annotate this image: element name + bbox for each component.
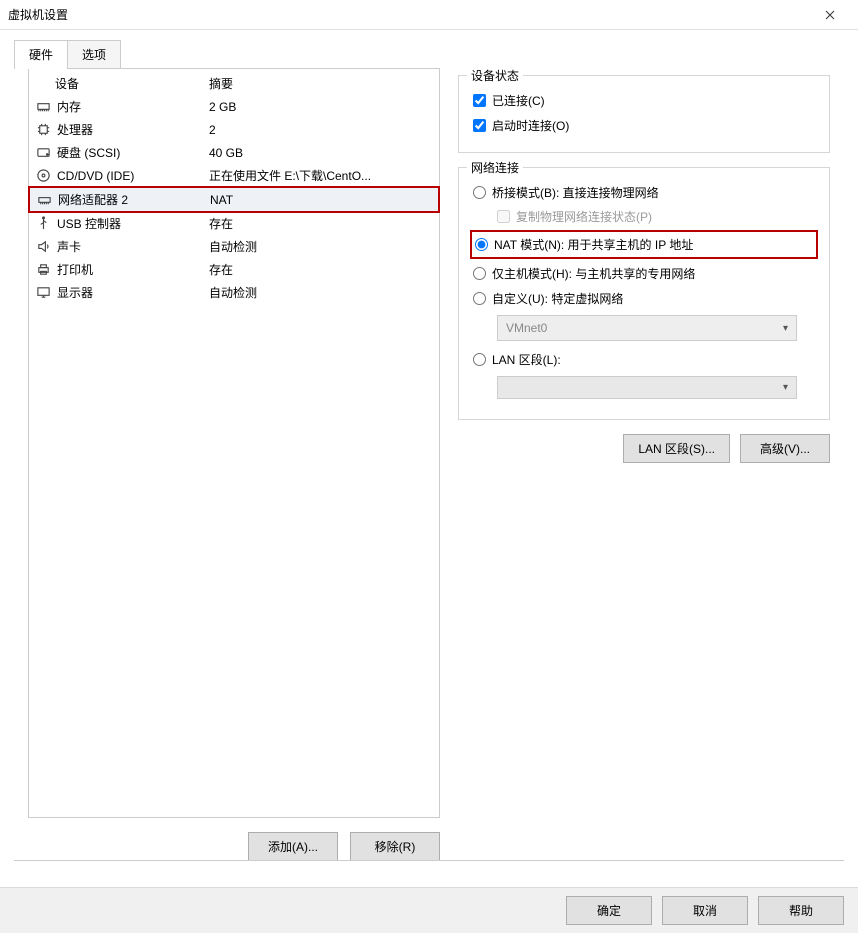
device-summary: 40 GB [209, 146, 433, 160]
display-icon [35, 285, 51, 301]
custom-label: 自定义(U): 特定虚拟网络 [492, 290, 623, 307]
tab-baseline [14, 860, 844, 861]
device-listbox[interactable]: 设备 摘要 内存 2 GB 处理器 2 硬盘 (SCSI) 40 GB CD/D… [28, 68, 440, 818]
connected-label: 已连接(C) [492, 92, 545, 109]
device-name: 打印机 [57, 261, 93, 278]
device-status-legend: 设备状态 [467, 67, 523, 84]
bridged-radio[interactable] [473, 186, 486, 199]
dialog-footer: 确定 取消 帮助 [0, 887, 858, 933]
usb-icon [35, 216, 51, 232]
add-device-button[interactable]: 添加(A)... [248, 832, 338, 861]
chevron-down-icon: ▾ [783, 382, 788, 393]
nat-radio-row[interactable]: NAT 模式(N): 用于共享主机的 IP 地址 [470, 230, 818, 259]
device-summary: 2 [209, 123, 433, 137]
device-row-network[interactable]: 网络适配器 2 NAT [28, 186, 440, 213]
detail-buttons: LAN 区段(S)... 高级(V)... [458, 434, 830, 463]
cd-icon [35, 168, 51, 184]
tabstrip: 硬件 选项 设备 摘要 内存 2 GB 处理器 2 硬盘 (SCSI [14, 40, 844, 861]
network-connection-group: 网络连接 桥接模式(B): 直接连接物理网络 复制物理网络连接状态(P) NAT… [458, 167, 830, 420]
custom-radio[interactable] [473, 292, 486, 305]
device-summary: 正在使用文件 E:\下载\CentO... [209, 167, 433, 184]
nat-label: NAT 模式(N): 用于共享主机的 IP 地址 [494, 236, 693, 253]
ok-button[interactable]: 确定 [566, 896, 652, 925]
cpu-icon [35, 122, 51, 138]
lan-segments-button[interactable]: LAN 区段(S)... [623, 434, 730, 463]
chevron-down-icon: ▾ [783, 323, 788, 334]
device-name: 硬盘 (SCSI) [57, 144, 120, 161]
close-button[interactable] [810, 1, 850, 29]
device-name: USB 控制器 [57, 215, 121, 232]
nat-radio[interactable] [475, 238, 488, 251]
device-row-hdd[interactable]: 硬盘 (SCSI) 40 GB [29, 141, 439, 164]
window-title: 虚拟机设置 [8, 6, 68, 23]
bridged-label: 桥接模式(B): 直接连接物理网络 [492, 184, 659, 201]
sound-icon [35, 239, 51, 255]
lan-segment-radio[interactable] [473, 353, 486, 366]
connected-checkbox[interactable] [473, 94, 486, 107]
connected-checkbox-row[interactable]: 已连接(C) [473, 88, 815, 113]
printer-icon [35, 262, 51, 278]
replicate-checkbox-row: 复制物理网络连接状态(P) [497, 205, 815, 228]
device-list-buttons: 添加(A)... 移除(R) [28, 832, 440, 861]
custom-radio-row[interactable]: 自定义(U): 特定虚拟网络 [473, 286, 815, 311]
tab-content: 设备 摘要 内存 2 GB 处理器 2 硬盘 (SCSI) 40 GB CD/D… [14, 69, 844, 861]
titlebar: 虚拟机设置 [0, 0, 858, 30]
device-row-memory[interactable]: 内存 2 GB [29, 95, 439, 118]
connect-poweron-label: 启动时连接(O) [492, 117, 569, 134]
device-summary: 自动检测 [209, 284, 433, 301]
close-icon [825, 10, 835, 20]
tab-hardware[interactable]: 硬件 [14, 40, 68, 69]
network-connection-legend: 网络连接 [467, 159, 523, 176]
hdd-icon [35, 145, 51, 161]
device-row-cpu[interactable]: 处理器 2 [29, 118, 439, 141]
hostonly-radio[interactable] [473, 267, 486, 280]
device-row-display[interactable]: 显示器 自动检测 [29, 281, 439, 304]
device-list-header: 设备 摘要 [29, 69, 439, 95]
custom-vmnet-combo: VMnet0 ▾ [497, 315, 797, 341]
memory-icon [35, 99, 51, 115]
device-summary: 自动检测 [209, 238, 433, 255]
hostonly-radio-row[interactable]: 仅主机模式(H): 与主机共享的专用网络 [473, 261, 815, 286]
device-detail-pane: 设备状态 已连接(C) 启动时连接(O) 网络连接 桥接模式(B): 直接连接物… [458, 69, 830, 861]
help-button[interactable]: 帮助 [758, 896, 844, 925]
device-status-group: 设备状态 已连接(C) 启动时连接(O) [458, 75, 830, 153]
custom-vmnet-value: VMnet0 [506, 321, 547, 335]
lan-segment-radio-row[interactable]: LAN 区段(L): [473, 347, 815, 372]
lan-segment-combo: ▾ [497, 376, 797, 399]
tab-options[interactable]: 选项 [67, 40, 121, 69]
device-name: 处理器 [57, 121, 93, 138]
connect-poweron-checkbox[interactable] [473, 119, 486, 132]
device-name: 网络适配器 2 [58, 191, 128, 208]
device-row-printer[interactable]: 打印机 存在 [29, 258, 439, 281]
replicate-checkbox [497, 210, 510, 223]
hardware-list-pane: 设备 摘要 内存 2 GB 处理器 2 硬盘 (SCSI) 40 GB CD/D… [28, 69, 440, 861]
device-summary: 存在 [209, 215, 433, 232]
device-summary: 存在 [209, 261, 433, 278]
remove-device-button[interactable]: 移除(R) [350, 832, 440, 861]
device-name: 显示器 [57, 284, 93, 301]
device-summary: 2 GB [209, 100, 433, 114]
advanced-button[interactable]: 高级(V)... [740, 434, 830, 463]
lan-segment-label: LAN 区段(L): [492, 351, 561, 368]
device-row-usb[interactable]: USB 控制器 存在 [29, 212, 439, 235]
device-name: 声卡 [57, 238, 81, 255]
replicate-label: 复制物理网络连接状态(P) [516, 208, 652, 225]
header-device: 设备 [55, 75, 79, 92]
header-summary: 摘要 [209, 77, 233, 91]
cancel-button[interactable]: 取消 [662, 896, 748, 925]
device-name: CD/DVD (IDE) [57, 169, 134, 183]
device-row-cddvd[interactable]: CD/DVD (IDE) 正在使用文件 E:\下载\CentO... [29, 164, 439, 187]
device-name: 内存 [57, 98, 81, 115]
device-row-sound[interactable]: 声卡 自动检测 [29, 235, 439, 258]
bridged-radio-row[interactable]: 桥接模式(B): 直接连接物理网络 [473, 180, 815, 205]
network-icon [36, 192, 52, 208]
connect-poweron-checkbox-row[interactable]: 启动时连接(O) [473, 113, 815, 138]
device-summary: NAT [210, 193, 432, 207]
hostonly-label: 仅主机模式(H): 与主机共享的专用网络 [492, 265, 695, 282]
